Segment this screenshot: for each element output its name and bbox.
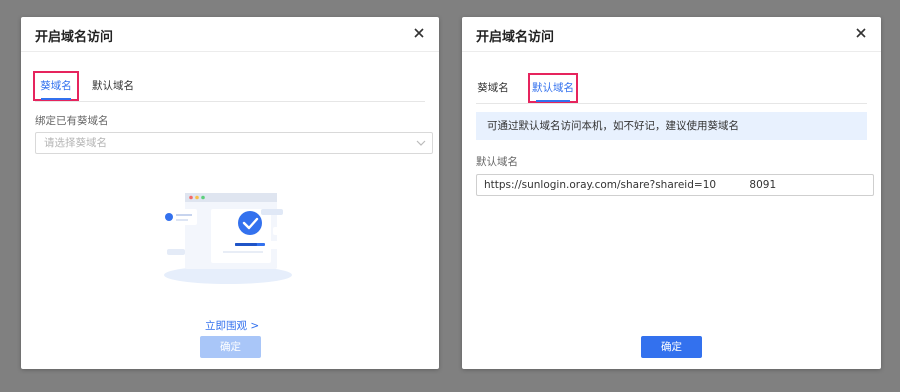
tab-default-domain[interactable]: 默认域名 [91,73,135,99]
close-icon[interactable] [411,25,427,41]
field-label: 绑定已有葵域名 [35,115,109,127]
chevron-down-icon [416,140,426,146]
tab-bar: 葵域名 默认域名 [33,71,425,102]
confirm-button[interactable]: 确定 [200,336,261,358]
dialog-left: 开启域名访问 葵域名 默认域名 绑定已有葵域名 请选择葵域名 立即围观 > 确定 [21,17,439,369]
tab-kui-domain[interactable]: 葵域名 [33,71,79,101]
dialog-title: 开启域名访问 [476,30,555,45]
domain-select[interactable]: 请选择葵域名 [35,132,433,154]
confirm-button[interactable]: 确定 [641,336,702,358]
select-placeholder: 请选择葵域名 [44,137,107,149]
dialog-header: 开启域名访问 [21,17,439,52]
field-label: 默认域名 [476,156,518,168]
view-now-link[interactable]: 立即围观 > [205,318,259,333]
dialog-header: 开启域名访问 [462,17,881,52]
dialog-right: 开启域名访问 葵域名 默认域名 可通过默认域名访问本机，如不好记，建议使用葵域名… [462,17,881,369]
info-banner: 可通过默认域名访问本机，如不好记，建议使用葵域名 [476,112,867,140]
close-icon[interactable] [853,25,869,41]
tab-bar: 葵域名 默认域名 [476,73,867,104]
empty-state-illustration [161,193,295,284]
default-domain-input[interactable]: https://sunlogin.oray.com/share?shareid=… [476,174,874,196]
tab-default-domain[interactable]: 默认域名 [528,73,578,103]
dialog-title: 开启域名访问 [35,30,114,45]
tab-kui-domain[interactable]: 葵域名 [476,75,510,101]
